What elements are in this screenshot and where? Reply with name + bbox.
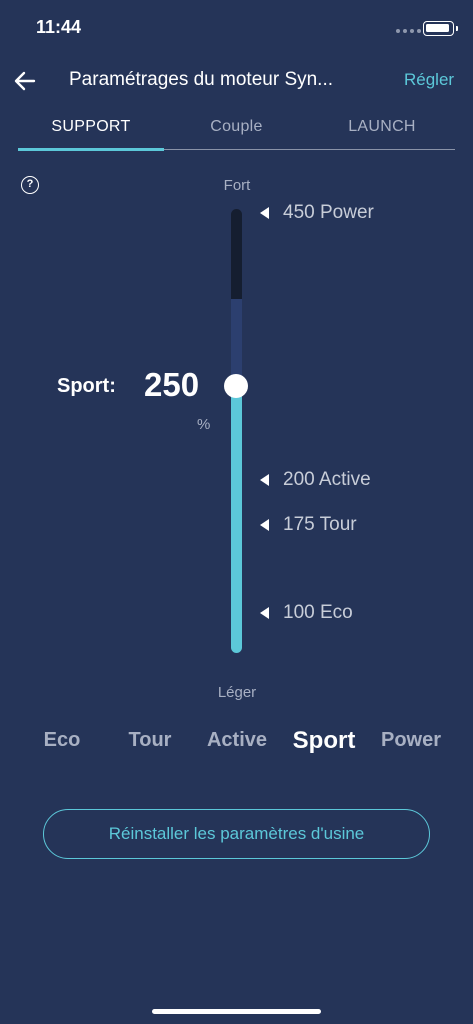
- marker-label: 450 Power: [283, 202, 374, 223]
- marker-eco: 100 Eco: [260, 602, 353, 624]
- tab-support[interactable]: SUPPORT: [18, 118, 164, 136]
- slider-track-max-segment: [231, 209, 242, 299]
- current-unit: %: [197, 416, 211, 433]
- slider-top-label: Fort: [223, 177, 251, 194]
- slider-bottom-label: Léger: [217, 684, 257, 701]
- slider-track-fill: [231, 387, 242, 653]
- question-circle-icon[interactable]: ?: [21, 176, 39, 194]
- marker-arrow-icon: [260, 519, 269, 531]
- status-time: 11:44: [36, 17, 82, 37]
- mode-power[interactable]: Power: [372, 729, 450, 752]
- marker-power: 450 Power: [260, 202, 374, 224]
- marker-label: 100 Eco: [283, 602, 353, 623]
- mode-tour[interactable]: Tour: [117, 729, 183, 752]
- slider-thumb[interactable]: [224, 374, 248, 398]
- factory-reset-label: Réinstaller les paramètres d'usine: [108, 824, 365, 843]
- tab-launch[interactable]: LAUNCH: [309, 118, 455, 136]
- mode-eco[interactable]: Eco: [30, 729, 94, 752]
- tab-couple[interactable]: Couple: [164, 118, 309, 136]
- marker-tour: 175 Tour: [260, 514, 357, 536]
- current-mode-label: Sport:: [57, 375, 116, 397]
- tab-active-indicator: [18, 148, 164, 151]
- marker-label: 200 Active: [283, 469, 371, 490]
- mode-sport[interactable]: Sport: [284, 727, 364, 755]
- home-indicator[interactable]: [152, 1009, 321, 1014]
- signal-dots-icon: [396, 29, 421, 33]
- arrow-left-icon: [14, 71, 36, 91]
- marker-label: 175 Tour: [283, 514, 357, 535]
- marker-arrow-icon: [260, 607, 269, 619]
- battery-icon: [423, 21, 458, 36]
- page-title: Paramétrages du moteur Syn...: [69, 69, 334, 90]
- marker-active: 200 Active: [260, 469, 371, 491]
- mode-active[interactable]: Active: [196, 729, 278, 752]
- factory-reset-button[interactable]: Réinstaller les paramètres d'usine: [43, 809, 430, 859]
- current-value: 250: [144, 366, 200, 403]
- marker-arrow-icon: [260, 207, 269, 219]
- support-slider-track[interactable]: [231, 209, 242, 653]
- adjust-button[interactable]: Régler: [404, 70, 454, 90]
- back-button[interactable]: [10, 66, 40, 96]
- marker-arrow-icon: [260, 474, 269, 486]
